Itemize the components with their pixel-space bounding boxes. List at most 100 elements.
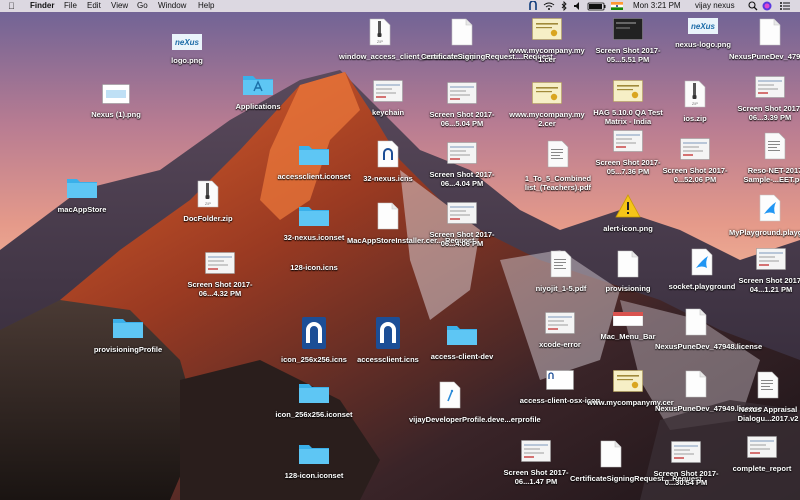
- desktop-icon[interactable]: CertificateSigningRequest....Request: [570, 440, 702, 483]
- wifi-icon[interactable]: [543, 1, 555, 11]
- desktop-icon[interactable]: Screen Shot 2017-06...4.32 PM: [179, 252, 261, 298]
- desktop-icon[interactable]: keychain: [347, 80, 429, 117]
- zip-icon: ZIP: [339, 18, 421, 51]
- desktop-icon[interactable]: www.mycompany.my 1.cer: [506, 18, 588, 64]
- desktop-icon-label: Screen Shot 2017-06...4.32 PM: [187, 280, 253, 298]
- shot-icon: [654, 138, 736, 165]
- desktop-icon[interactable]: Screen Shot 2017-06...3.39 PM: [729, 76, 800, 122]
- desktop-icon[interactable]: Applications: [217, 72, 299, 111]
- bluetooth-icon[interactable]: [559, 1, 569, 11]
- desktop-icon[interactable]: Nexus (1).png: [75, 84, 157, 119]
- desktop-icon[interactable]: Screen Shot 2017-05...5.51 PM: [587, 18, 669, 64]
- desktop-icon[interactable]: MyPlayground.playground: [729, 194, 800, 237]
- desktop-icon-label: NexusPuneDev_47949.license: [655, 404, 763, 413]
- desktop-icon-label: alert-icon.png: [603, 224, 653, 233]
- icns-icon: [273, 317, 355, 354]
- desktop-icon-label: Screen Shot 2017-04...1.21 PM: [738, 276, 800, 294]
- desktop-icon[interactable]: icon_256x256.icns: [273, 317, 355, 364]
- desktop-icon[interactable]: Reso-NET-2017 Sample-...EET.pdf: [734, 132, 800, 184]
- shot-icon: [495, 440, 577, 467]
- icns-icon: [347, 317, 429, 354]
- pdf-icon: [734, 132, 800, 165]
- desktop-icon[interactable]: access-client-dev: [421, 322, 503, 361]
- menu-view[interactable]: View: [111, 0, 128, 12]
- desktop-icon[interactable]: Nexus Appraisal Dialogu...2017.v2: [727, 371, 800, 423]
- nexus-icon: neXus: [146, 34, 228, 55]
- desktop-icon-label: accessclient.icns: [357, 355, 419, 364]
- doc-icon: [655, 370, 737, 403]
- apple-menu-icon[interactable]: : [8, 0, 15, 12]
- spotlight-search-icon[interactable]: [748, 1, 758, 11]
- desktop-icon-label: macAppStore: [57, 205, 107, 214]
- desktop-icon[interactable]: vijayDeveloperProfile.deve...erprofile: [409, 381, 541, 424]
- desktop-icon-label: window_access_client_scre....shot.zip: [339, 52, 476, 61]
- desktop-icon[interactable]: Screen Shot 2017-06...4.04 PM: [421, 142, 503, 188]
- folder-icon: [273, 441, 355, 470]
- desktop-icon-label: Screen Shot 2017-06...4.06 PM: [429, 230, 495, 248]
- desktop-icon[interactable]: provisioning: [587, 250, 669, 293]
- desktop-icon[interactable]: neXus logo.png: [146, 34, 228, 65]
- desktop-icon[interactable]: icon_256x256.iconset: [273, 380, 355, 419]
- folder-icon: [41, 175, 123, 204]
- menu-help[interactable]: Help: [198, 0, 214, 12]
- desktop-icon[interactable]: provisioningProfile: [87, 315, 169, 354]
- icnsdoc-icon: [347, 140, 429, 173]
- notification-center-icon[interactable]: [779, 1, 791, 11]
- desktop-icon[interactable]: NexusPuneDev_47948.license: [655, 308, 762, 351]
- desktop-icon[interactable]: alert-icon.png: [587, 194, 669, 233]
- desktop-icon[interactable]: accessclient.icns: [347, 317, 429, 364]
- desktop-icon-label: Screen Shot 2017-06...1.47 PM: [503, 468, 569, 486]
- desktop-icon[interactable]: www.mycompany.my 2.cer: [506, 82, 588, 128]
- alert-icon: [587, 194, 669, 223]
- desktop-icon[interactable]: 32-nexus.iconset: [273, 203, 355, 242]
- shot-icon: [179, 252, 261, 279]
- desktop-icon[interactable]: Screen Shot 2017-06...4.06 PM: [421, 202, 503, 248]
- desktop-icon-label: 1_To_5_Combined list_(Teachers).pdf: [524, 174, 592, 192]
- desktop-icon[interactable]: Screen Shot 2017-04...1.21 PM: [730, 248, 800, 294]
- desktop-icon-label: icon_256x256.icns: [281, 355, 347, 364]
- doc-icon: [587, 250, 669, 283]
- siri-icon[interactable]: [762, 1, 772, 11]
- menu-edit[interactable]: Edit: [87, 0, 101, 12]
- shot-icon: [645, 441, 727, 468]
- desktop-icon[interactable]: macAppStore: [41, 175, 123, 214]
- desktop-icon[interactable]: ZIP ios.zip: [654, 80, 736, 123]
- desktop-icon[interactable]: 128-icon.iconset: [273, 441, 355, 480]
- desktop-icon-label: 32-nexus.icns: [363, 174, 413, 183]
- svg-text:neXus: neXus: [691, 22, 716, 31]
- desktop-icon[interactable]: Screen Shot 2017-0...52.06 PM: [654, 138, 736, 184]
- desktop-icon-label: MacAppStoreInstaller.cer....Request: [347, 236, 475, 245]
- profile-icon: [409, 381, 491, 414]
- desktop-icon-label: complete_report: [732, 464, 792, 473]
- desktop-icon[interactable]: Screen Shot 2017-06...5.04 PM: [421, 82, 503, 128]
- volume-icon[interactable]: [573, 1, 583, 11]
- menu-clock[interactable]: Mon 3:21 PM: [633, 0, 681, 12]
- menu-go[interactable]: Go: [137, 0, 148, 12]
- desktop-icon[interactable]: 128-icon.icns: [273, 262, 355, 272]
- desktop-icon[interactable]: MacAppStoreInstaller.cer....Request: [347, 202, 475, 245]
- desktop-icon[interactable]: NexusPuneDev_47947.license: [729, 18, 800, 61]
- menu-app-name[interactable]: Finder: [30, 0, 54, 12]
- svg-text:ZIP: ZIP: [205, 201, 212, 206]
- desktop-icon[interactable]: NexusPuneDev_47949.license: [655, 370, 763, 413]
- desktop-icon[interactable]: 32-nexus.icns: [347, 140, 429, 183]
- flag-icon[interactable]: [610, 1, 624, 11]
- desktop-icon-label: www.mycompany.my 1.cer: [509, 46, 585, 64]
- nexus-tray-icon[interactable]: [528, 1, 538, 11]
- menu-window[interactable]: Window: [158, 0, 186, 12]
- desktop-icon[interactable]: accessclient.iconset: [273, 142, 355, 181]
- menu-file[interactable]: File: [64, 0, 77, 12]
- menu-user[interactable]: vijay nexus: [695, 0, 735, 12]
- battery-icon[interactable]: [587, 1, 607, 11]
- desktop-icon[interactable]: complete_report: [721, 436, 800, 473]
- desktop-icon[interactable]: ZIP DocFolder.zip: [167, 180, 249, 223]
- folder-icon: [273, 380, 355, 409]
- desktop-icon[interactable]: ZIP window_access_client_scre....shot.zip: [339, 18, 476, 61]
- folder-icon: [421, 322, 503, 351]
- desktop-icon[interactable]: Screen Shot 2017-06...1.47 PM: [495, 440, 577, 486]
- desktop-icon-label: xcode-error: [539, 340, 581, 349]
- desktop-icon[interactable]: CertificateSigningRequest....Request: [421, 18, 553, 61]
- menu-bar:  Finder File Edit View Go Window Help M…: [0, 0, 800, 12]
- desktop-icon[interactable]: Screen Shot 2017-0...30.54 PM: [645, 441, 727, 487]
- desktop-icon-label: Screen Shot 2017-06...5.04 PM: [429, 110, 495, 128]
